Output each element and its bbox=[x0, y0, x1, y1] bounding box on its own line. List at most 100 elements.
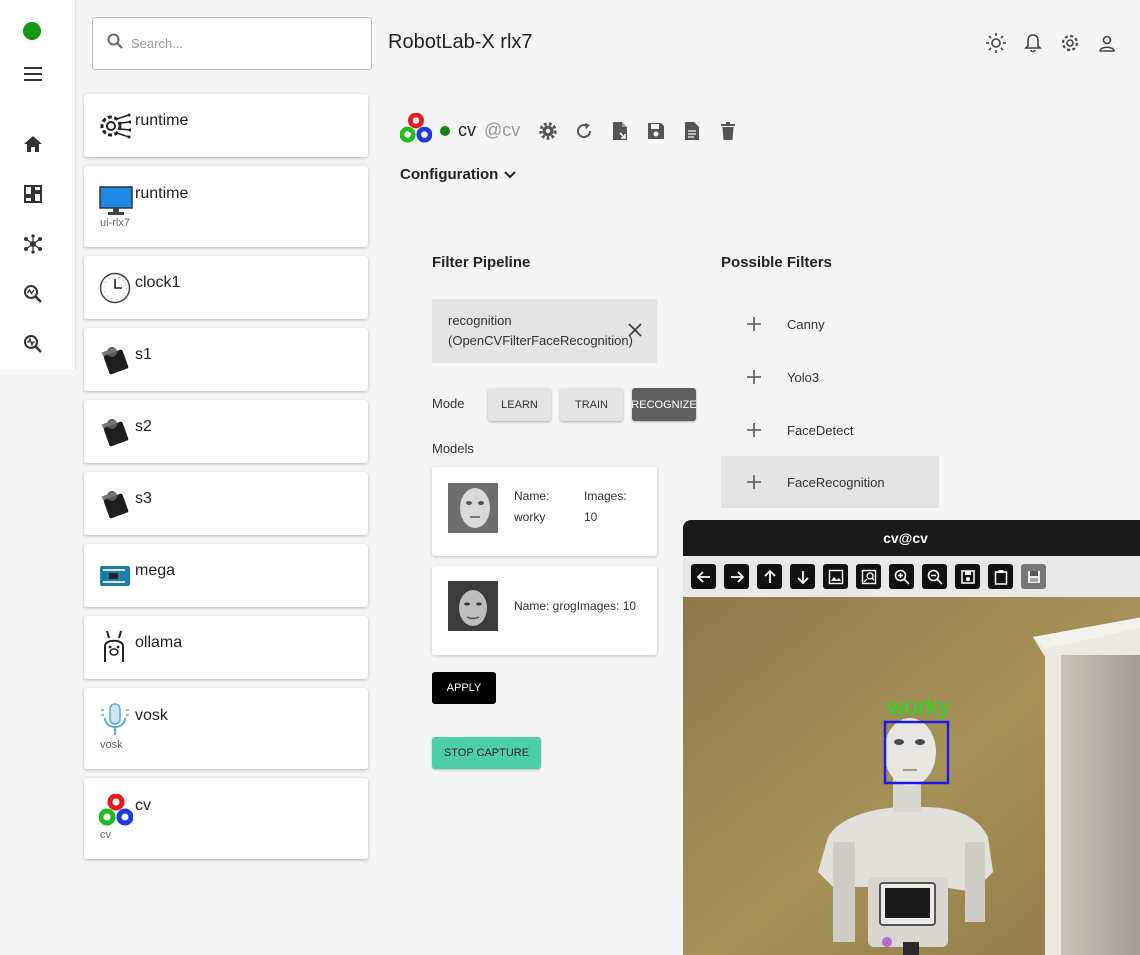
bell-icon[interactable] bbox=[1022, 32, 1044, 54]
service-card-clock1[interactable]: clock1 bbox=[84, 256, 368, 319]
clock-icon bbox=[99, 272, 131, 309]
service-name: clock1 bbox=[135, 274, 181, 291]
servo-icon bbox=[99, 342, 133, 381]
apply-button[interactable]: APPLY bbox=[432, 672, 496, 704]
service-card-s3[interactable]: s3 bbox=[84, 472, 368, 535]
model-name: worky bbox=[514, 510, 546, 524]
filter-chip-class: (OpenCVFilterFaceRecognition) bbox=[448, 333, 633, 348]
filter-option-label: FaceDetect bbox=[787, 422, 854, 438]
filter-option-yolo3[interactable]: Yolo3 bbox=[721, 351, 939, 403]
filter-chip[interactable]: recognition (OpenCVFilterFaceRecognition… bbox=[432, 299, 657, 363]
service-subtitle: vosk bbox=[100, 739, 123, 751]
servo-icon bbox=[99, 414, 133, 453]
app-title: RobotLab-X rlx7 bbox=[388, 31, 533, 53]
service-subtitle: ui-rlx7 bbox=[100, 217, 130, 229]
filter-option-canny[interactable]: Canny bbox=[721, 298, 939, 350]
filter-option-facedetect[interactable]: FaceDetect bbox=[721, 404, 939, 456]
refresh-icon[interactable] bbox=[574, 121, 594, 141]
plus-icon bbox=[721, 370, 787, 384]
theme-icon[interactable] bbox=[985, 32, 1007, 54]
search-icon bbox=[107, 33, 123, 54]
network-icon[interactable] bbox=[22, 233, 44, 255]
service-card-vosk[interactable]: vosk vosk bbox=[84, 688, 368, 769]
service-card-runtime-ui[interactable]: runtime ui-rlx7 bbox=[84, 166, 368, 247]
model-card-grog[interactable]: Name: grogImages: 10 bbox=[432, 566, 657, 655]
filter-option-facerecognition[interactable]: FaceRecognition bbox=[721, 456, 939, 508]
model-thumbnail-worky bbox=[448, 483, 498, 533]
service-card-runtime[interactable]: runtime bbox=[84, 94, 368, 157]
file-import-icon[interactable] bbox=[610, 121, 630, 141]
service-name: mega bbox=[135, 562, 176, 579]
model-images-label: Images: bbox=[584, 489, 627, 503]
service-card-s2[interactable]: s2 bbox=[84, 400, 368, 463]
face-label: worky bbox=[886, 694, 950, 721]
document-icon[interactable] bbox=[682, 121, 702, 141]
search-analytics-icon[interactable] bbox=[22, 333, 44, 355]
account-icon[interactable] bbox=[1096, 32, 1118, 54]
configuration-toggle[interactable]: Configuration bbox=[400, 166, 517, 183]
stop-capture-button[interactable]: STOP CAPTURE bbox=[432, 737, 541, 769]
model-card-worky[interactable]: Name: worky Images: 10 bbox=[432, 467, 657, 556]
save-icon[interactable] bbox=[955, 564, 980, 589]
nav-rail bbox=[0, 0, 76, 370]
trash-icon[interactable] bbox=[718, 121, 738, 141]
gear-icon[interactable] bbox=[1059, 32, 1081, 54]
image-icon[interactable] bbox=[823, 564, 848, 589]
zoom-out-icon[interactable] bbox=[922, 564, 947, 589]
home-icon[interactable] bbox=[22, 133, 44, 155]
arrow-up-icon[interactable] bbox=[757, 564, 782, 589]
arrow-down-icon[interactable] bbox=[790, 564, 815, 589]
model-thumbnail-grog bbox=[448, 581, 498, 631]
gear-wires-icon bbox=[99, 110, 132, 147]
learn-button[interactable]: LEARN bbox=[488, 388, 551, 421]
dashboard-icon[interactable] bbox=[22, 183, 44, 205]
video-window-title: cv@cv bbox=[883, 530, 928, 546]
model-summary: Name: grogImages: 10 bbox=[514, 599, 637, 613]
service-name: runtime bbox=[135, 185, 189, 202]
filter-option-label: Canny bbox=[787, 316, 825, 332]
connection-status-indicator bbox=[23, 22, 41, 40]
settings-icon[interactable] bbox=[538, 121, 558, 141]
model-images-count: 10 bbox=[584, 510, 598, 524]
service-card-ollama[interactable]: ollama bbox=[84, 616, 368, 679]
service-subtitle: cv bbox=[100, 829, 111, 841]
microphone-icon bbox=[99, 702, 131, 743]
clipboard-icon[interactable] bbox=[988, 564, 1013, 589]
service-card-s1[interactable]: s1 bbox=[84, 328, 368, 391]
train-button[interactable]: TRAIN bbox=[560, 388, 623, 421]
search-input[interactable] bbox=[131, 36, 351, 51]
service-name: runtime bbox=[135, 112, 189, 129]
service-name: s1 bbox=[135, 346, 152, 363]
possible-filters-title: Possible Filters bbox=[721, 254, 832, 271]
service-name: ollama bbox=[135, 634, 183, 651]
menu-icon[interactable] bbox=[22, 63, 44, 85]
service-status-dot bbox=[440, 125, 450, 136]
image-search-icon[interactable] bbox=[856, 564, 881, 589]
filter-pipeline-title: Filter Pipeline bbox=[432, 254, 531, 271]
service-card-cv[interactable]: cv cv bbox=[84, 778, 368, 859]
filter-option-label: Yolo3 bbox=[787, 369, 820, 385]
llama-icon bbox=[99, 628, 129, 669]
search-analytics-icon[interactable] bbox=[22, 283, 44, 305]
service-list: runtime runtime ui-rlx7 clock1 s1 s2 s3 bbox=[84, 94, 368, 868]
chevron-down-icon bbox=[504, 166, 517, 183]
configuration-label: Configuration bbox=[400, 166, 499, 183]
arrow-right-icon[interactable] bbox=[724, 564, 749, 589]
floppy-disk-icon[interactable] bbox=[1021, 564, 1046, 589]
top-bar: RobotLab-X rlx7 bbox=[76, 0, 1140, 88]
opencv-icon bbox=[98, 793, 134, 831]
video-window[interactable]: cv@cv worky bbox=[683, 520, 1140, 955]
model-name-label: Name: bbox=[514, 489, 550, 503]
mode-label: Mode bbox=[432, 396, 465, 411]
service-name: cv bbox=[458, 120, 476, 140]
service-card-mega[interactable]: mega bbox=[84, 544, 368, 607]
search-box[interactable] bbox=[92, 17, 372, 70]
arrow-left-icon[interactable] bbox=[691, 564, 716, 589]
service-name: cv bbox=[135, 797, 151, 814]
close-icon[interactable] bbox=[628, 323, 642, 343]
recognize-button[interactable]: RECOGNIZE bbox=[631, 388, 697, 421]
zoom-in-icon[interactable] bbox=[889, 564, 914, 589]
save-icon[interactable] bbox=[646, 121, 666, 141]
video-frame[interactable]: worky bbox=[683, 597, 1140, 955]
arduino-icon bbox=[99, 564, 131, 593]
